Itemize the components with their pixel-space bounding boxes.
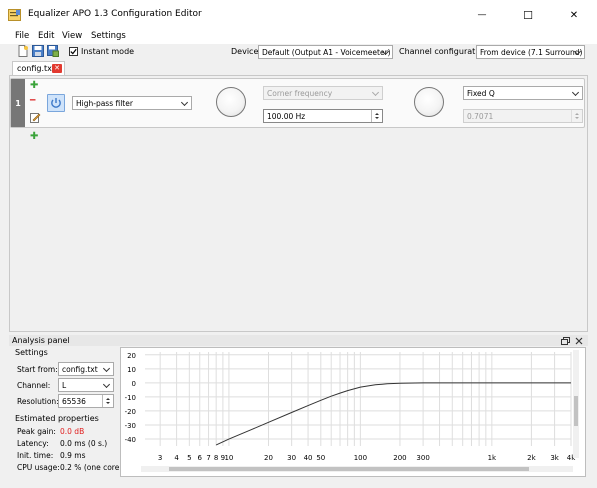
q-spinner-icon[interactable]: [571, 110, 582, 122]
remove-filter-icon[interactable]: ━: [30, 96, 35, 106]
y-tick-label: -10: [125, 394, 136, 402]
menu-view[interactable]: View: [62, 31, 82, 41]
menu-edit[interactable]: Edit: [38, 31, 54, 41]
filter-type-select[interactable]: High-pass filter: [72, 96, 192, 110]
tab-label: config.txt: [17, 64, 56, 73]
maximize-icon: ☐: [523, 8, 533, 22]
device-label: Device:: [231, 47, 262, 56]
resolution-value: 65536: [62, 397, 86, 406]
response-curve: [215, 382, 571, 446]
analysis-panel-header: [9, 335, 588, 346]
y-tick-label: -40: [125, 436, 136, 444]
horizontal-scrollbar-thumb[interactable]: [169, 467, 529, 471]
x-tick-label: 40: [304, 454, 313, 462]
resolution-label: Resolution:: [17, 397, 59, 406]
init-time-value: 0.9 ms: [60, 451, 86, 460]
latency-value: 0.0 ms (0 s.): [60, 439, 108, 448]
menu-bar: [0, 30, 597, 44]
x-tick-label: 300: [416, 454, 429, 462]
x-tick-label: 1k: [488, 454, 497, 462]
channel-config-select[interactable]: From device (7.1 Surround): [476, 45, 585, 59]
close-icon: ✕: [569, 9, 579, 21]
frequency-spinner-icon[interactable]: [371, 110, 382, 122]
resolution-spinner-icon[interactable]: [102, 395, 113, 407]
estimated-properties-heading: Estimated properties: [15, 414, 99, 423]
save-icon[interactable]: [32, 45, 44, 57]
start-from-select[interactable]: config.txt: [58, 362, 114, 376]
x-tick-label: 6: [198, 454, 203, 462]
cpu-usage-label: CPU usage:: [17, 463, 60, 472]
filter-index[interactable]: 1: [11, 79, 25, 127]
y-tick-label: -20: [125, 408, 136, 416]
frequency-knob[interactable]: [216, 87, 246, 117]
restore-panel-icon[interactable]: [561, 337, 570, 345]
minimize-button[interactable]: —: [459, 0, 505, 30]
channel-select[interactable]: L: [58, 378, 114, 392]
x-tick-label: 5: [187, 454, 191, 462]
resolution-input[interactable]: 65536: [58, 394, 114, 408]
x-tick-label: 3k: [550, 454, 559, 462]
maximize-button[interactable]: ☐: [505, 0, 551, 30]
latency-label: Latency:: [17, 439, 49, 448]
x-tick-label: 8: [214, 454, 218, 462]
frequency-input[interactable]: 100.00 Hz: [263, 109, 383, 123]
plot-grid: [145, 352, 572, 446]
q-value: 0.7071: [467, 112, 494, 121]
start-from-label: Start from:: [17, 365, 58, 374]
y-tick-labels: 20 10 0 -10 -20 -30 -40: [125, 352, 136, 444]
close-window-button[interactable]: ✕: [551, 0, 597, 30]
window-title: Equalizer APO 1.3 Configuration Editor: [28, 9, 202, 19]
peak-gain-value: 0.0 dB: [60, 427, 85, 436]
x-tick-label: 3: [158, 454, 162, 462]
x-tick-label: 20: [264, 454, 273, 462]
checkmark-icon: [70, 48, 77, 55]
frequency-response-plot: 20100-10-20-30-40 3 4 5 6 7 8 9 10 20 30 40 50 100 20…: [125, 350, 579, 472]
y-tick-label: 0: [132, 380, 136, 388]
app-icon: [8, 9, 21, 21]
x-tick-label: 10: [224, 454, 233, 462]
new-file-icon[interactable]: [17, 45, 29, 57]
peak-gain-label: Peak gain:: [17, 427, 56, 436]
settings-heading: Settings: [15, 348, 48, 357]
add-filter-icon[interactable]: ✚: [30, 132, 38, 142]
x-tick-label: 4: [174, 454, 179, 462]
menu-settings[interactable]: Settings: [91, 31, 126, 41]
init-time-label: Init. time:: [17, 451, 54, 460]
y-tick-label: 10: [127, 366, 136, 374]
instant-mode-checkbox[interactable]: [69, 47, 78, 56]
channel-label: Channel:: [17, 381, 51, 390]
q-mode-select[interactable]: Fixed Q: [463, 86, 583, 100]
y-tick-label: 20: [127, 352, 136, 360]
add-filter-above-icon[interactable]: ✚: [30, 81, 38, 91]
q-knob[interactable]: [414, 87, 444, 117]
frequency-value: 100.00 Hz: [267, 112, 306, 121]
frequency-mode-select[interactable]: Corner frequency: [263, 86, 383, 100]
minimize-icon: —: [477, 10, 487, 20]
x-tick-labels: 3 4 5 6 7 8 9 10 20 30 40 50 100 200 300 1k 2k 3k 4k: [158, 454, 576, 462]
edit-filter-icon[interactable]: [30, 112, 41, 123]
cpu-usage-value: 0.2 % (one core): [60, 463, 123, 472]
y-tick-label: -30: [125, 422, 136, 430]
x-tick-label: 30: [287, 454, 296, 462]
tab-close-icon[interactable]: ✕: [52, 64, 62, 73]
power-toggle-button[interactable]: [47, 94, 65, 112]
menu-file[interactable]: File: [15, 31, 29, 41]
device-select[interactable]: Default (Output A1 - Voicemeeter): [258, 45, 393, 59]
x-tick-label: 100: [354, 454, 367, 462]
x-tick-label: 200: [393, 454, 406, 462]
x-tick-label: 50: [316, 454, 325, 462]
save-as-icon[interactable]: [47, 45, 59, 57]
x-tick-label: 7: [206, 454, 210, 462]
analysis-panel-title: Analysis panel: [12, 336, 70, 345]
power-icon: [51, 98, 61, 108]
instant-mode-label: Instant mode: [81, 47, 135, 56]
close-panel-icon[interactable]: [575, 337, 583, 345]
q-input[interactable]: 0.7071: [463, 109, 583, 123]
x-tick-label: 2k: [527, 454, 536, 462]
vertical-scrollbar-thumb[interactable]: [574, 396, 578, 426]
